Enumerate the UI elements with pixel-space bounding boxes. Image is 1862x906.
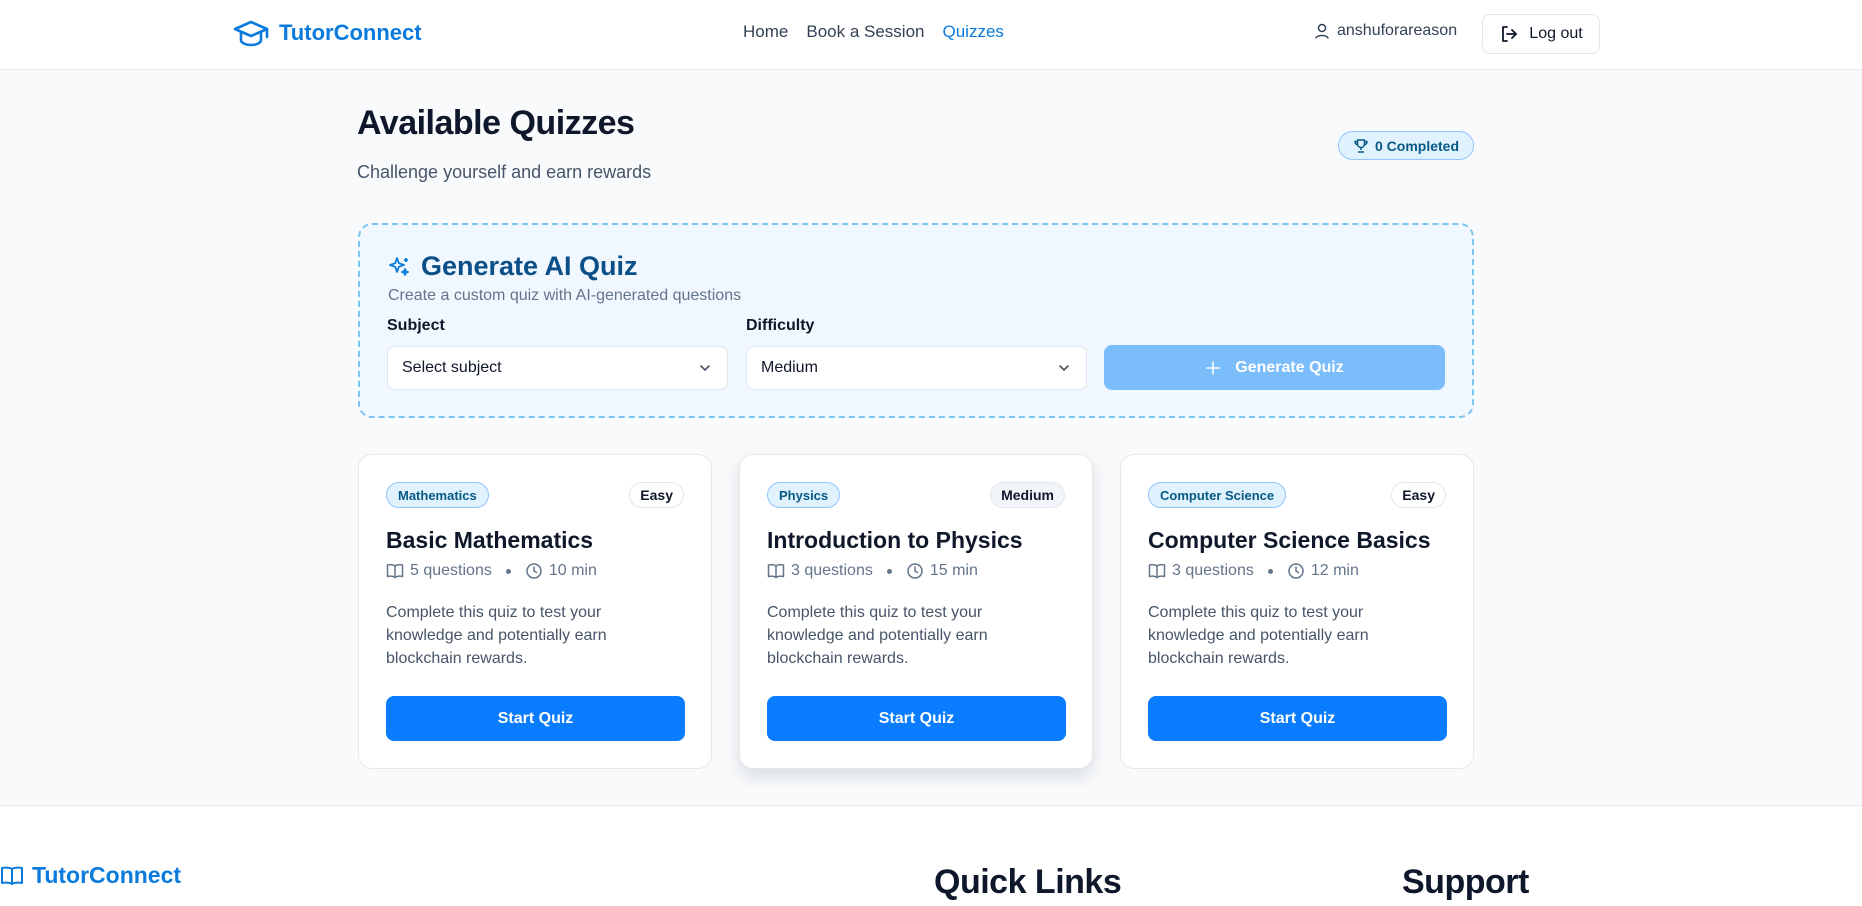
quick-links-heading: Quick Links	[934, 863, 1122, 901]
nav-home[interactable]: Home	[743, 22, 788, 42]
quiz-title: Computer Science Basics	[1148, 527, 1431, 553]
quiz-title: Basic Mathematics	[386, 527, 594, 553]
clock-icon	[907, 563, 923, 579]
top-navbar: TutorConnect Home Book a Session Quizzes…	[0, 0, 1862, 70]
quiz-meta: 3 questions 15 min	[767, 562, 978, 580]
difficulty-badge: Easy	[629, 482, 684, 508]
footer-brand-name: TutorConnect	[32, 862, 182, 888]
question-count: 5 questions	[410, 562, 492, 579]
difficulty-select-value: Medium	[761, 359, 818, 376]
trophy-icon	[1354, 138, 1368, 153]
subject-badge: Computer Science	[1148, 482, 1287, 508]
quiz-description: Complete this quiz to test your knowledg…	[767, 604, 988, 667]
clock-icon	[1288, 563, 1304, 579]
user-menu[interactable]: anshuforareason	[1313, 22, 1457, 40]
logout-button[interactable]: Log out	[1482, 14, 1600, 54]
nav-quizzes[interactable]: Quizzes	[943, 22, 1004, 42]
main-nav: Home Book a Session Quizzes	[743, 22, 1004, 42]
quiz-duration: 15 min	[929, 562, 978, 579]
brand-name: TutorConnect	[279, 20, 422, 45]
log-out-icon	[1502, 26, 1518, 42]
quiz-card: Mathematics Easy Basic Mathematics 5 que…	[358, 454, 712, 769]
username: anshuforareason	[1337, 22, 1458, 39]
book-open-icon	[386, 563, 404, 579]
subject-select-value: Select subject	[402, 359, 502, 376]
sparkles-icon	[389, 256, 409, 276]
start-quiz-button[interactable]: Start Quiz	[386, 696, 685, 741]
question-count: 3 questions	[791, 562, 873, 579]
footer: TutorConnect Quick Links Support	[0, 805, 1862, 906]
clock-icon	[526, 563, 542, 579]
subject-badge: Physics	[767, 482, 841, 508]
quiz-title: Introduction to Physics	[767, 527, 1023, 553]
chevron-down-icon	[1059, 365, 1069, 372]
quiz-description: Complete this quiz to test your knowledg…	[386, 604, 607, 667]
ai-quiz-heading: Generate AI Quiz	[387, 251, 638, 282]
logout-label: Log out	[1529, 25, 1583, 42]
separator-dot	[505, 568, 511, 574]
subject-select[interactable]: Select subject	[387, 346, 728, 390]
question-count: 3 questions	[1172, 562, 1254, 579]
generate-quiz-button[interactable]: Generate Quiz	[1104, 345, 1445, 390]
difficulty-badge: Easy	[1391, 482, 1446, 508]
ai-quiz-description: Create a custom quiz with AI-generated q…	[388, 287, 742, 304]
separator-dot	[1267, 568, 1273, 574]
quiz-duration: 12 min	[1310, 562, 1359, 579]
page-title: Available Quizzes	[357, 104, 635, 142]
subject-label: Subject	[387, 317, 445, 334]
quiz-card: Physics Medium Introduction to Physics 3…	[739, 454, 1093, 769]
separator-dot	[886, 568, 892, 574]
book-open-icon	[1, 866, 23, 885]
support-heading: Support	[1402, 863, 1529, 901]
difficulty-select[interactable]: Medium	[746, 346, 1087, 390]
nav-book-session[interactable]: Book a Session	[806, 22, 924, 42]
quiz-duration: 10 min	[548, 562, 597, 579]
user-icon	[1315, 23, 1329, 39]
chevron-down-icon	[700, 365, 710, 372]
ai-quiz-title: Generate AI Quiz	[421, 251, 638, 281]
ai-quiz-panel: Generate AI Quiz Create a custom quiz wi…	[358, 223, 1474, 418]
quiz-meta: 3 questions 12 min	[1148, 562, 1359, 580]
difficulty-label: Difficulty	[746, 317, 815, 334]
generate-quiz-label: Generate Quiz	[1235, 358, 1344, 376]
footer-brand[interactable]: TutorConnect	[0, 862, 181, 889]
quiz-meta: 5 questions 10 min	[386, 562, 597, 580]
plus-icon	[1206, 360, 1221, 375]
start-quiz-button[interactable]: Start Quiz	[767, 696, 1066, 741]
quiz-card: Computer Science Easy Computer Science B…	[1120, 454, 1474, 769]
book-open-icon	[1148, 563, 1166, 579]
start-quiz-button[interactable]: Start Quiz	[1148, 696, 1447, 741]
completed-badge: 0 Completed	[1338, 131, 1474, 160]
book-open-icon	[767, 563, 785, 579]
page-subtitle: Challenge yourself and earn rewards	[357, 162, 652, 182]
subject-badge: Mathematics	[386, 482, 489, 508]
completed-count: 0 Completed	[1374, 137, 1459, 154]
quiz-description: Complete this quiz to test your knowledg…	[1148, 604, 1369, 667]
difficulty-badge: Medium	[990, 482, 1065, 508]
brand-logo[interactable]: TutorConnect	[233, 18, 422, 48]
graduation-cap-icon	[233, 20, 269, 47]
